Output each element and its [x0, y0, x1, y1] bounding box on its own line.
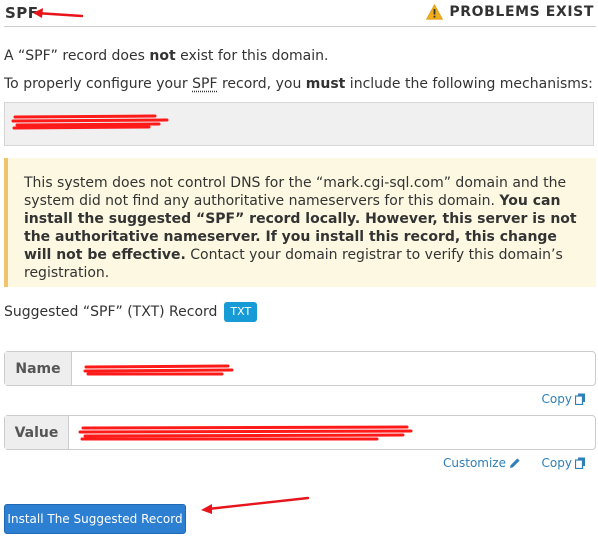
- value-field-label: Value: [5, 416, 69, 449]
- record-type-badge: TXT: [224, 302, 258, 322]
- copy-name-link[interactable]: Copy: [542, 392, 586, 406]
- value-field[interactable]: Value: [4, 415, 596, 450]
- annotation-arrow-top: [33, 8, 84, 18]
- suggested-record-heading: Suggested “SPF” (TXT) Record TXT: [4, 302, 258, 322]
- customize-label: Customize: [443, 456, 506, 470]
- dns-warning-alert: This system does not control DNS for the…: [4, 158, 596, 287]
- redaction-mark: [83, 364, 234, 376]
- line2-text-end: include the following mechanisms:: [345, 76, 593, 92]
- redaction-mark: [78, 425, 413, 441]
- copy-name-label: Copy: [541, 392, 572, 406]
- customize-link[interactable]: Customize: [443, 456, 521, 470]
- line1-text-end: exist for this domain.: [175, 48, 329, 64]
- record-missing-text: A “SPF” record does not exist for this d…: [4, 48, 328, 64]
- suggested-record-label: Suggested “SPF” (TXT) Record: [4, 304, 218, 320]
- warning-triangle-icon: [426, 4, 444, 20]
- configure-instructions: To properly configure your SPF record, y…: [4, 76, 593, 92]
- status-indicator: PROBLEMS EXIST: [426, 4, 594, 20]
- spf-abbr: SPF: [192, 76, 218, 92]
- redaction-mark: [11, 114, 169, 130]
- alert-text: This system does not control DNS for the…: [24, 175, 567, 209]
- mechanisms-box: [4, 102, 594, 146]
- copy-value-link[interactable]: Copy: [542, 456, 586, 470]
- line1-bold: not: [149, 48, 176, 64]
- pencil-icon: [510, 458, 520, 468]
- copy-value-label: Copy: [541, 456, 572, 470]
- copy-icon: [575, 457, 585, 469]
- name-value[interactable]: [72, 352, 595, 385]
- line2-bold: must: [305, 76, 346, 92]
- status-text: PROBLEMS EXIST: [449, 4, 594, 20]
- line2-text: To properly configure your: [4, 76, 193, 92]
- line2-mid: record, you: [217, 76, 306, 92]
- annotation-arrow-button: [201, 496, 310, 514]
- name-field-label: Name: [5, 352, 72, 385]
- name-field[interactable]: Name: [4, 351, 596, 386]
- line1-text: A “SPF” record does: [4, 48, 150, 64]
- copy-icon: [575, 393, 585, 405]
- spf-header: SPF PROBLEMS EXIST: [4, 0, 596, 27]
- install-suggested-record-button[interactable]: Install The Suggested Record: [4, 504, 186, 534]
- value-value[interactable]: [69, 416, 595, 449]
